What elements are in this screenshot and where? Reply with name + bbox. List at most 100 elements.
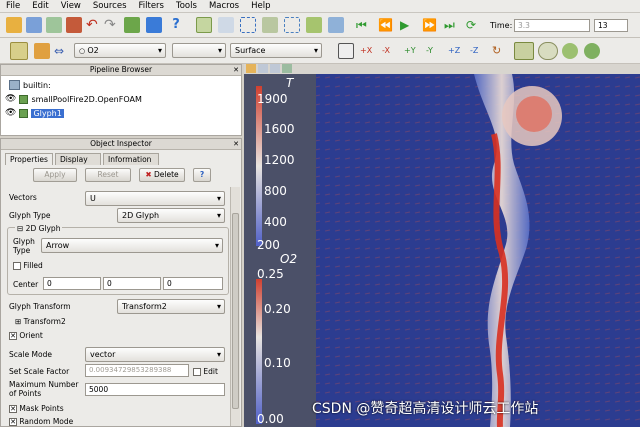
menu-sources[interactable]: Sources [87, 1, 133, 11]
time-field[interactable]: 3.3 [514, 19, 590, 32]
edit-check-icon [193, 368, 201, 376]
o2-legend-title: O2 [280, 252, 298, 266]
glyph-shape-value: Arrow [46, 241, 70, 250]
delete-button[interactable]: ✖ Delete [139, 168, 185, 182]
select-points-icon[interactable] [218, 17, 234, 33]
play-icon[interactable]: ▶ [400, 17, 416, 33]
representation-select[interactable]: Surface [230, 43, 322, 58]
menu-help[interactable]: Help [245, 1, 276, 11]
view-plus-z-icon[interactable]: +Z [448, 43, 464, 59]
reset-label: Reset [97, 170, 119, 179]
center-z-field[interactable]: 0 [163, 277, 223, 290]
orient-label: Orient [19, 331, 43, 340]
component-select[interactable] [172, 43, 226, 58]
scale-factor-label: Set Scale Factor [9, 367, 70, 376]
save-state-icon[interactable] [26, 17, 42, 33]
inspector-scrollbar[interactable] [230, 187, 240, 426]
select-cells-icon[interactable] [196, 17, 212, 33]
pick-center-icon[interactable] [514, 42, 534, 60]
mask-points-checkbox[interactable]: ✕ Mask Points [9, 404, 64, 413]
menu-filters[interactable]: Filters [133, 1, 170, 11]
color-by-select[interactable]: ○ O2 [74, 43, 166, 58]
reset-range-icon[interactable]: ⇔ [54, 43, 70, 59]
time-index-spinbox[interactable]: 13 [594, 19, 628, 32]
center-y-field[interactable]: 0 [103, 277, 161, 290]
t-tick: 800 [264, 184, 287, 198]
view-plus-x-icon[interactable]: +X [360, 43, 376, 59]
connect-icon[interactable] [46, 17, 62, 33]
vectors-select[interactable]: U [85, 191, 225, 206]
select-frustum-points-icon[interactable] [262, 17, 278, 33]
tab-display[interactable]: Display [55, 153, 101, 165]
max-points-field[interactable]: 5000 [85, 383, 225, 396]
interactive-select-icon[interactable] [328, 17, 344, 33]
glyph-group-label: 2D Glyph [25, 224, 61, 233]
maximize-icon[interactable] [270, 64, 280, 73]
menu-tools[interactable]: Tools [170, 1, 203, 11]
view-plus-y-icon[interactable]: +Y [404, 43, 420, 59]
next-frame-icon[interactable]: ⏩ [422, 17, 438, 33]
select-points-on-icon[interactable] [306, 17, 322, 33]
camera-undo-icon[interactable] [124, 17, 140, 33]
pipeline-item-builtin[interactable]: builtin: [9, 80, 51, 90]
view-minus-y-icon[interactable]: -Y [426, 43, 442, 59]
menu-edit[interactable]: Edit [26, 1, 54, 11]
glyph-shape-select[interactable]: Arrow [41, 238, 223, 253]
split-horizontal-icon[interactable] [246, 64, 256, 73]
rotation-center-icon[interactable] [584, 43, 600, 59]
watermark: CSDN @赞奇超高清设计师云工作站 [312, 401, 539, 417]
glyph-type-select[interactable]: 2D Glyph [117, 208, 225, 223]
center-x-field[interactable]: 0 [43, 277, 101, 290]
show-center-icon[interactable] [538, 42, 558, 60]
apply-button[interactable]: Apply [33, 168, 77, 182]
reset-center-icon[interactable] [562, 43, 578, 59]
help-button[interactable]: ? [193, 168, 211, 182]
pipeline-item-glyph[interactable]: 👁 Glyph1 [5, 108, 64, 118]
scale-factor-field[interactable]: 0.00934729853289388 [85, 364, 189, 377]
reset-camera-icon[interactable] [338, 43, 354, 59]
pipeline-item-source[interactable]: 👁 smallPoolFire2D.OpenFOAM [5, 94, 142, 104]
tab-information[interactable]: Information [103, 153, 159, 165]
scale-mode-select[interactable]: vector [85, 347, 225, 362]
menu-file[interactable]: File [0, 1, 26, 11]
camera-redo-icon[interactable] [146, 17, 162, 33]
tab-properties[interactable]: Properties [5, 153, 53, 165]
close-view-icon[interactable] [282, 64, 292, 73]
menu-macros[interactable]: Macros [203, 1, 245, 11]
scrollbar-thumb[interactable] [232, 213, 239, 409]
redo-icon[interactable]: ↷ [104, 17, 120, 33]
eye-icon[interactable]: 👁 [5, 108, 16, 118]
glyph-transform-select[interactable]: Transform2 [117, 299, 225, 314]
rescale-icon[interactable] [34, 43, 50, 59]
panel-close-icon[interactable]: ✕ [231, 139, 241, 149]
transform2-expander[interactable]: ⊞ Transform2 [15, 317, 66, 326]
loop-icon[interactable]: ⟳ [466, 17, 482, 33]
orient-checkbox[interactable]: ✕ Orient [9, 331, 43, 340]
filled-label: Filled [23, 261, 43, 270]
disconnect-icon[interactable] [66, 17, 82, 33]
last-frame-icon[interactable]: ⏭ [444, 17, 460, 33]
menu-view[interactable]: View [55, 1, 87, 11]
filled-checkbox[interactable]: Filled [13, 261, 43, 270]
t-tick: 200 [257, 238, 280, 252]
help-icon[interactable]: ? [168, 17, 184, 33]
edit-checkbox[interactable]: Edit [193, 367, 218, 376]
color-map-icon[interactable] [10, 42, 28, 60]
random-mode-check-icon: ✕ [9, 418, 17, 426]
first-frame-icon[interactable]: ⏮ [356, 17, 372, 33]
eye-icon[interactable]: 👁 [5, 94, 16, 104]
previous-frame-icon[interactable]: ⏪ [378, 17, 394, 33]
panel-close-icon[interactable]: ✕ [231, 65, 241, 75]
rotate-cw-icon[interactable]: ↻ [492, 43, 508, 59]
reset-button[interactable]: Reset [85, 168, 131, 182]
undo-icon[interactable]: ↶ [86, 17, 102, 33]
pipeline-browser: Pipeline Browser builtin: 👁 smallPoolFir… [0, 64, 242, 136]
view-minus-z-icon[interactable]: -Z [470, 43, 486, 59]
view-minus-x-icon[interactable]: -X [382, 43, 398, 59]
split-vertical-icon[interactable] [258, 64, 268, 73]
select-frustum-icon[interactable] [240, 17, 256, 33]
random-mode-checkbox[interactable]: ✕ Random Mode [9, 417, 73, 426]
open-icon[interactable] [6, 17, 22, 33]
vectors-label: Vectors [9, 193, 37, 202]
select-block-icon[interactable] [284, 17, 300, 33]
